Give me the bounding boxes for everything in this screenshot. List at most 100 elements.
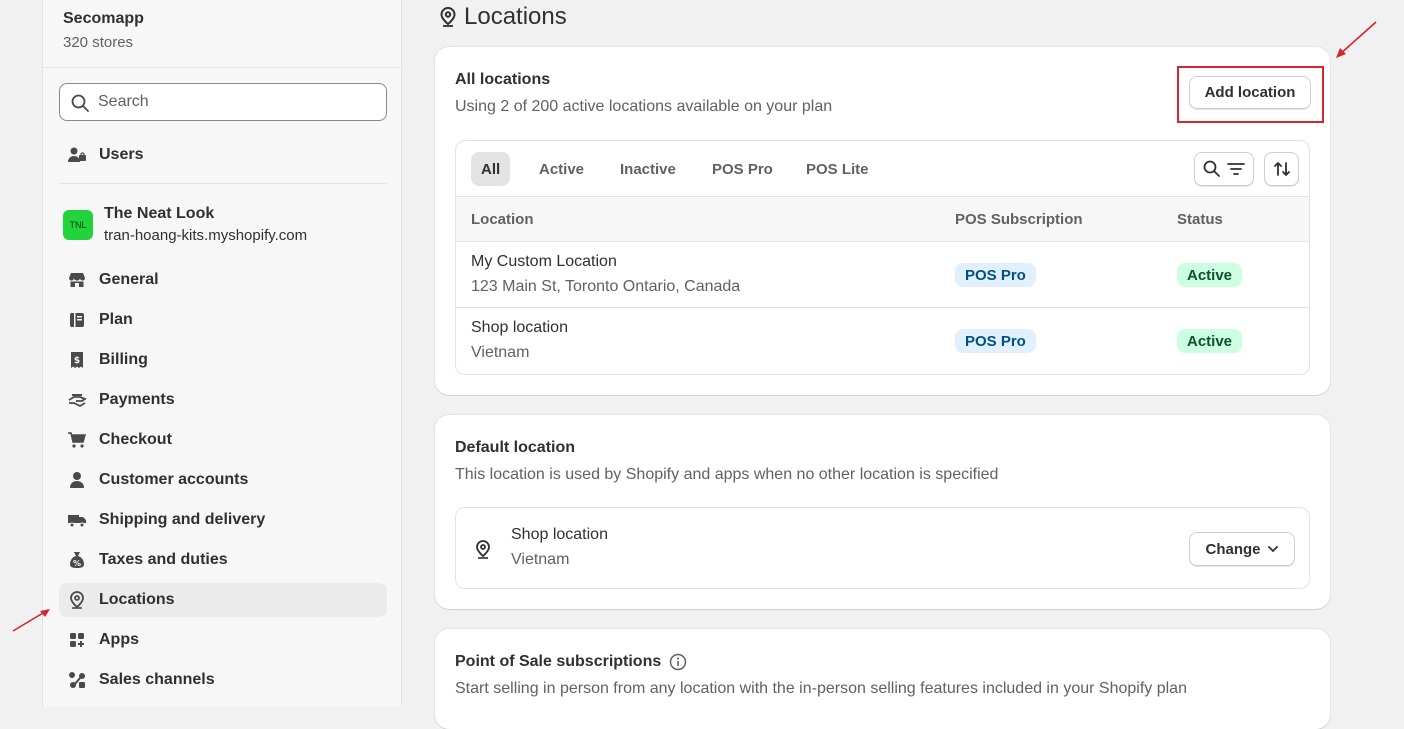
status-badge: Active [1177, 329, 1243, 353]
info-icon[interactable] [669, 653, 687, 671]
change-default-location-button[interactable]: Change [1189, 532, 1295, 566]
cart-icon [67, 430, 87, 450]
search-box[interactable] [59, 83, 387, 121]
default-location-country: Vietnam [511, 551, 570, 568]
organization-header[interactable]: Secomapp 320 stores [63, 10, 144, 51]
sidebar-item-label: Apps [99, 631, 139, 648]
card-title: All locations [455, 71, 551, 88]
sales-channels-icon [67, 670, 87, 690]
sidebar-item-label: Billing [99, 351, 148, 368]
tab-all[interactable]: All [471, 152, 511, 186]
sidebar-item-sales-channels[interactable]: Sales channels [59, 663, 387, 697]
store-avatar: TNL [63, 210, 93, 240]
payments-icon [67, 390, 87, 410]
sidebar-item-taxes[interactable]: % Taxes and duties [59, 543, 387, 577]
table-header: Location POS Subscription Status [456, 196, 1309, 242]
sidebar-item-checkout[interactable]: Checkout [59, 423, 387, 457]
chevron-down-icon [1267, 546, 1278, 552]
change-button-label: Change [1205, 540, 1261, 558]
pos-subscriptions-card: Point of Sale subscriptions Start sellin… [435, 629, 1330, 729]
status-badge: Active [1177, 263, 1243, 287]
sidebar-item-customer-accounts[interactable]: Customer accounts [59, 463, 387, 497]
store-name: The Neat Look [104, 205, 215, 222]
annotation-arrow [12, 609, 50, 632]
location-address: Vietnam [471, 344, 530, 361]
truck-icon [67, 510, 87, 530]
sidebar-item-locations[interactable]: Locations [59, 583, 387, 617]
divider [59, 183, 387, 184]
tab-pos-pro[interactable]: POS Pro [702, 152, 783, 186]
store-domain: tran-hoang-kits.myshopify.com [104, 227, 308, 244]
plan-icon [67, 310, 87, 330]
card-subtitle: Using 2 of 200 active locations availabl… [455, 98, 833, 115]
search-icon [1203, 160, 1220, 177]
sidebar-item-plan[interactable]: Plan [59, 303, 387, 337]
location-pin-icon [438, 6, 458, 28]
page-title: Locations [438, 3, 567, 31]
sidebar-item-general[interactable]: General [59, 263, 387, 297]
svg-text:$: $ [74, 356, 80, 366]
sidebar-item-label: General [99, 271, 159, 288]
location-pin-icon [476, 540, 490, 559]
sidebar-item-label: Checkout [99, 431, 172, 448]
users-icon [67, 145, 87, 165]
sidebar-item-label: Payments [99, 391, 175, 408]
column-header-status: Status [1177, 211, 1223, 228]
sidebar-item-label: Locations [99, 591, 175, 608]
default-location-name: Shop location [511, 526, 608, 543]
divider [43, 67, 401, 68]
store-icon [67, 270, 87, 290]
sort-icon [1273, 162, 1290, 176]
sort-button[interactable] [1264, 152, 1299, 186]
tax-icon: % [67, 550, 87, 570]
column-header-pos-subscription: POS Subscription [955, 211, 1083, 228]
location-pin-icon [67, 590, 87, 610]
card-title-text: Point of Sale subscriptions [455, 653, 662, 670]
annotation-arrow [1336, 21, 1377, 58]
tab-inactive[interactable]: Inactive [610, 152, 686, 186]
card-subtitle: Start selling in person from any locatio… [455, 680, 1187, 697]
page-title-text: Locations [464, 3, 567, 30]
column-header-location: Location [471, 211, 534, 228]
settings-sidebar: Secomapp 320 stores Users TNL The Neat L… [42, 0, 402, 707]
organization-name: Secomapp [63, 10, 144, 27]
table-row[interactable]: My Custom Location 123 Main St, Toronto … [456, 242, 1309, 308]
location-address: 123 Main St, Toronto Ontario, Canada [471, 278, 741, 295]
sidebar-item-label: Sales channels [99, 671, 215, 688]
default-location-card: Default location This location is used b… [435, 415, 1330, 609]
billing-icon: $ [67, 350, 87, 370]
tab-active[interactable]: Active [529, 152, 594, 186]
apps-icon [67, 630, 87, 650]
filter-icon [1227, 163, 1245, 175]
svg-text:%: % [73, 559, 81, 568]
search-input[interactable] [98, 84, 378, 120]
locations-table: All Active Inactive POS Pro POS Lite Loc… [455, 140, 1310, 375]
organization-store-count: 320 stores [63, 34, 134, 51]
search-filter-button[interactable] [1194, 152, 1254, 186]
sidebar-item-label: Taxes and duties [99, 551, 228, 568]
sidebar-item-payments[interactable]: Payments [59, 383, 387, 417]
sidebar-item-label: Shipping and delivery [99, 511, 266, 528]
pos-subscription-badge: POS Pro [955, 329, 1036, 353]
card-title: Default location [455, 439, 576, 456]
sidebar-item-label: Plan [99, 311, 133, 328]
card-subtitle: This location is used by Shopify and app… [455, 466, 999, 483]
sidebar-item-label: Customer accounts [99, 471, 249, 488]
card-title: Point of Sale subscriptions [455, 653, 687, 671]
store-header[interactable]: TNL The Neat Look tran-hoang-kits.myshop… [63, 205, 307, 244]
location-name: My Custom Location [471, 253, 617, 270]
search-icon [71, 94, 89, 112]
location-name: Shop location [471, 319, 568, 336]
tab-pos-lite[interactable]: POS Lite [796, 152, 879, 186]
table-row[interactable]: Shop location Vietnam POS Pro Active [456, 308, 1309, 374]
add-location-button[interactable]: Add location [1189, 76, 1311, 109]
sidebar-item-billing[interactable]: $ Billing [59, 343, 387, 377]
default-location-box: Shop location Vietnam Change [455, 507, 1310, 589]
sidebar-item-shipping[interactable]: Shipping and delivery [59, 503, 387, 537]
sidebar-item-label: Users [99, 146, 144, 163]
sidebar-item-apps[interactable]: Apps [59, 623, 387, 657]
all-locations-card: All locations Using 2 of 200 active loca… [435, 47, 1330, 395]
sidebar-item-users[interactable]: Users [59, 138, 387, 172]
pos-subscription-badge: POS Pro [955, 263, 1036, 287]
person-icon [67, 470, 87, 490]
